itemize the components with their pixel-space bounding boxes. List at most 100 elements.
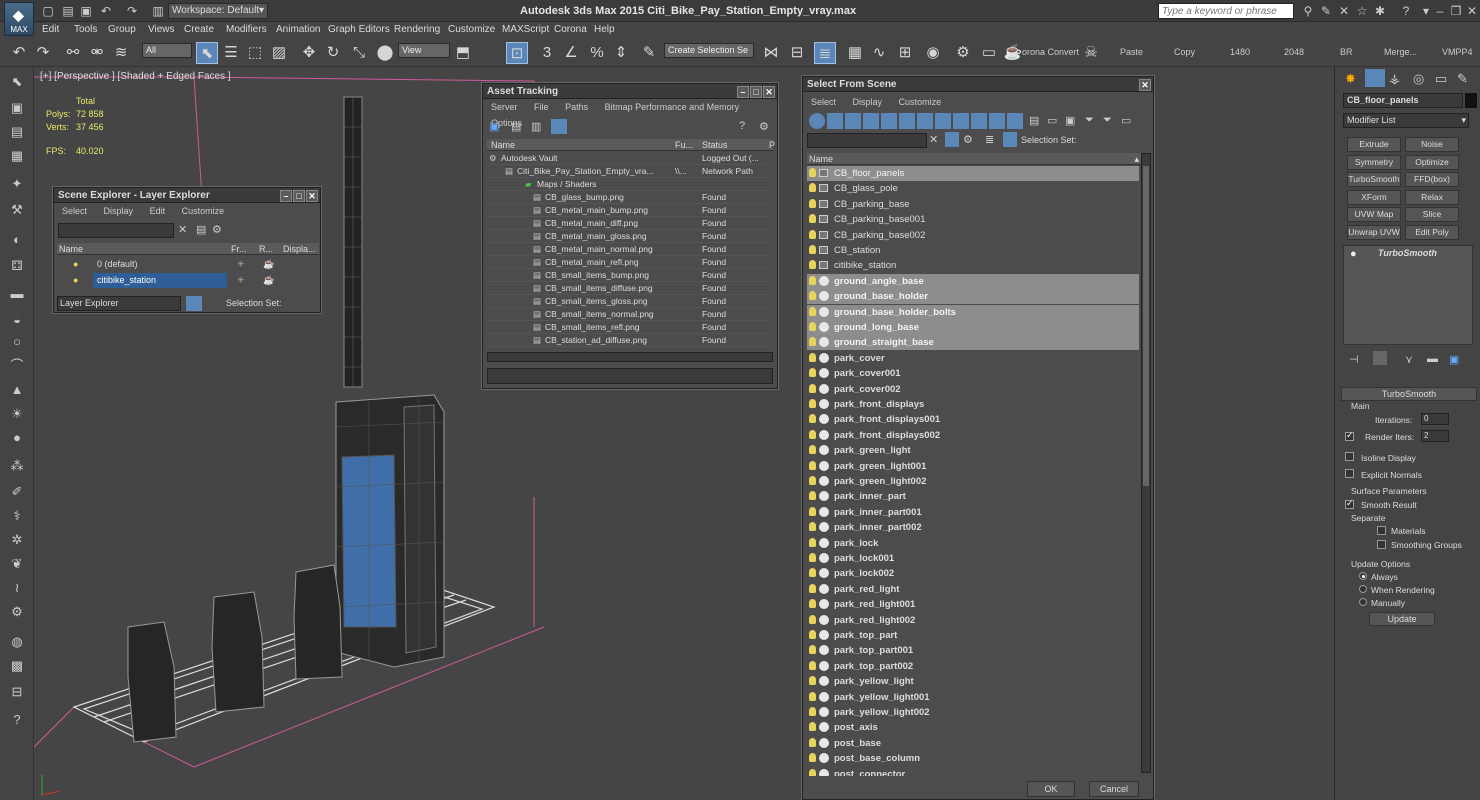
link-icon[interactable]: ⚯ xyxy=(62,42,84,64)
camera-icon[interactable]: ⚃ xyxy=(7,257,27,275)
xrefs-filter-icon[interactable] xyxy=(935,113,951,129)
find-case-icon[interactable] xyxy=(945,132,959,147)
light-bulb-icon[interactable] xyxy=(809,583,816,593)
asset-row[interactable]: ▤ CB_metal_main_normal.png Found xyxy=(487,243,772,256)
explorer-type-dropdown[interactable]: Layer Explorer xyxy=(57,296,181,311)
scene-object-row[interactable]: park_cover xyxy=(807,351,1139,366)
table-view-icon[interactable] xyxy=(551,119,567,134)
light-bulb-icon[interactable] xyxy=(809,630,816,639)
hidden-filter-icon[interactable] xyxy=(1007,113,1023,129)
undo-icon[interactable]: ↶ xyxy=(98,3,114,19)
project-folder-icon[interactable]: ▥ xyxy=(150,3,166,19)
sfs-search-input[interactable] xyxy=(807,133,927,148)
bones-icon[interactable]: ⚕ xyxy=(7,507,27,525)
open-file-icon[interactable]: ▤ xyxy=(60,3,76,19)
curve-editor-icon[interactable]: ∿ xyxy=(868,42,890,64)
scene-object-row[interactable]: park_lock002 xyxy=(807,566,1139,581)
exchange-icon[interactable]: ✱ xyxy=(1372,4,1388,19)
refresh-icon[interactable]: ▣ xyxy=(489,120,499,133)
teapot-icon[interactable]: ☕ xyxy=(263,257,274,272)
menu-graph-editors[interactable]: Graph Editors xyxy=(328,24,390,35)
light-bulb-icon[interactable] xyxy=(809,399,816,408)
isoline-display-checkbox[interactable] xyxy=(1345,452,1354,461)
select-by-name-icon[interactable]: ☰ xyxy=(220,42,242,64)
scene-object-row[interactable]: park_green_light xyxy=(807,443,1139,458)
at-col-p[interactable]: P xyxy=(769,139,775,151)
snaps-toggle-icon[interactable]: 3 xyxy=(536,42,558,64)
light-bulb-icon[interactable] xyxy=(809,491,816,501)
motion-tab-icon[interactable]: ◎ xyxy=(1413,71,1424,87)
cameras-filter-icon[interactable] xyxy=(863,113,879,129)
corona-convert-button[interactable]: orona Convert xyxy=(1022,47,1079,57)
update-button[interactable]: Update xyxy=(1369,612,1435,626)
light-bulb-icon[interactable] xyxy=(809,553,816,562)
scene-object-row[interactable]: park_red_light002 xyxy=(807,613,1139,628)
bones-filter-icon[interactable] xyxy=(953,113,969,129)
light-bulb-icon[interactable] xyxy=(809,645,816,655)
remove-modifier-icon[interactable]: ▬ xyxy=(1427,353,1438,365)
modifier-button-xform[interactable]: XForm xyxy=(1347,189,1401,205)
asset-row[interactable]: ▤ CB_metal_main_gloss.png Found xyxy=(487,230,772,243)
scene-object-row[interactable]: ground_long_base xyxy=(807,320,1139,335)
layer-row[interactable]: ● citibike_station ✳ ☕ xyxy=(57,273,319,288)
smooth-result-checkbox[interactable] xyxy=(1345,498,1354,509)
asset-row[interactable]: ▤ CB_small_items_diffuse.png Found xyxy=(487,282,772,295)
light-bulb-icon[interactable] xyxy=(809,753,816,763)
display-none-icon[interactable]: ▭ xyxy=(1047,114,1057,127)
scene-object-row[interactable]: park_top_part002 xyxy=(807,659,1139,674)
scene-object-row[interactable]: ground_base_holder_bolts xyxy=(807,304,1139,320)
light-bulb-icon[interactable] xyxy=(809,183,816,193)
light-bulb-icon[interactable] xyxy=(809,506,816,516)
modifier-button-relax[interactable]: Relax xyxy=(1405,189,1459,205)
modifier-button-optimize[interactable]: Optimize xyxy=(1405,154,1459,170)
light-bulb-icon[interactable] xyxy=(809,245,816,254)
place-icon[interactable]: ⬤ xyxy=(374,42,396,64)
se-col-display[interactable]: Displa... xyxy=(283,243,316,255)
horizontal-scrollbar[interactable] xyxy=(487,352,773,362)
manually-radio[interactable] xyxy=(1359,598,1367,606)
render-setup-icon[interactable]: ⚙ xyxy=(952,42,974,64)
scene-explorer-search-input[interactable] xyxy=(58,223,174,238)
communication-icon[interactable]: ✕ xyxy=(1336,4,1352,19)
modifier-list-dropdown[interactable]: Modifier List ▾ xyxy=(1343,113,1469,128)
utilities-tab-icon[interactable]: ✎ xyxy=(1457,71,1468,87)
scene-object-row[interactable]: citibike_station xyxy=(807,258,1139,273)
smoothing-groups-checkbox[interactable] xyxy=(1377,540,1386,549)
light-bulb-icon[interactable] xyxy=(809,322,816,331)
edit-named-selection-icon[interactable]: ✎ xyxy=(638,42,660,64)
asset-row[interactable]: ▰ Maps / Shaders xyxy=(487,178,772,191)
close-icon[interactable]: ✕ xyxy=(306,190,318,202)
always-radio[interactable] xyxy=(1359,572,1367,580)
at-menu-bitmap[interactable]: Bitmap Performance and Memory xyxy=(605,102,740,112)
menu-modifiers[interactable]: Modifiers xyxy=(226,24,267,35)
light-bulb-icon[interactable] xyxy=(809,691,816,701)
menu-help[interactable]: Help xyxy=(594,24,615,35)
iterations-spinner[interactable]: 0 xyxy=(1421,413,1449,425)
explicit-normals-checkbox[interactable] xyxy=(1345,469,1354,478)
light-bulb-icon[interactable] xyxy=(809,722,816,732)
viewport-icon[interactable]: ▣ xyxy=(7,99,27,117)
light-bulb-icon[interactable] xyxy=(809,275,816,285)
scene-object-row[interactable]: park_inner_part001 xyxy=(807,505,1139,520)
light-bulb-icon[interactable] xyxy=(809,445,816,455)
menu-maxscript[interactable]: MAXScript xyxy=(502,24,549,35)
hierarchy-tab-icon[interactable]: ⚶ xyxy=(1389,71,1400,87)
size-2048-button[interactable]: 2048 xyxy=(1284,47,1304,57)
sfs-vertical-scrollbar[interactable] xyxy=(1141,153,1151,773)
at-menu-file[interactable]: File xyxy=(534,102,549,112)
modifier-button-extrude[interactable]: Extrude xyxy=(1347,137,1401,152)
sphere-icon[interactable]: ● xyxy=(7,429,27,447)
invert-display-icon[interactable]: ▣ xyxy=(1065,114,1075,127)
asset-row[interactable]: ▤ Citi_Bike_Pay_Station_Empty_vra... \\...… xyxy=(487,165,772,178)
stack-item-turbosmooth[interactable]: TurboSmooth xyxy=(1378,248,1437,258)
align-icon[interactable]: ⊟ xyxy=(786,42,808,64)
br-button[interactable]: BR xyxy=(1340,47,1353,57)
scene-object-row[interactable]: park_green_light002 xyxy=(807,474,1139,489)
turbosmooth-rollout-header[interactable]: TurboSmooth xyxy=(1341,387,1477,401)
light-bulb-icon[interactable] xyxy=(809,383,816,393)
hierarchy-icon[interactable] xyxy=(1003,132,1017,147)
scene-object-row[interactable]: post_base_column xyxy=(807,751,1139,766)
hair-icon[interactable]: ≀ xyxy=(7,579,27,597)
favorites-star-icon[interactable]: ☆ xyxy=(1354,4,1370,19)
scene-object-row[interactable]: park_top_part xyxy=(807,628,1139,643)
